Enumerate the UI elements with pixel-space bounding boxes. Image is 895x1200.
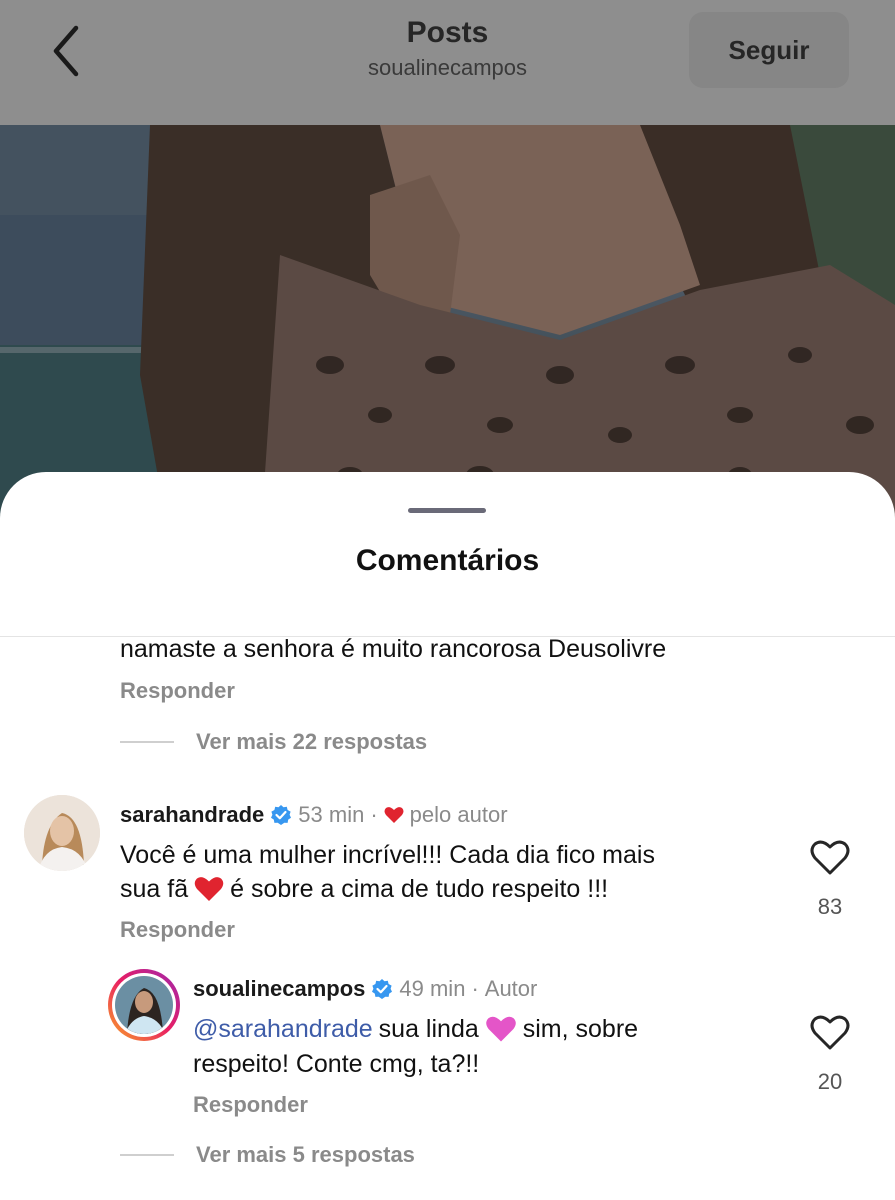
liked-by-author-label: pelo autor	[409, 802, 508, 827]
reply-time: 49 min	[399, 976, 466, 1001]
reply-text-part: sua linda	[378, 1015, 479, 1043]
red-heart-emoji-icon	[194, 877, 224, 901]
reply-username[interactable]: soualinecampos	[193, 976, 365, 1002]
like-heart-icon[interactable]	[810, 840, 850, 876]
reply-text-line-2: respeito! Conte cmg, ta?!!	[193, 1050, 480, 1078]
replies-line	[120, 741, 174, 743]
heart-liked-icon	[384, 807, 404, 823]
reply-header: soualinecampos 49 min · Autor	[193, 976, 537, 1002]
separator-dot: ·	[471, 976, 479, 1001]
comment-text-part: sua fã	[120, 875, 189, 903]
comments-title: Comentários	[355, 544, 540, 577]
comment-text-line-2: sua fã é sobre a cima de tudo respeito !…	[120, 872, 608, 906]
reply-button[interactable]: Responder	[193, 1092, 308, 1118]
reply-text-line-1: @sarahandrade sua linda sim, sobre	[193, 1012, 638, 1046]
avatar-story-ring[interactable]	[108, 969, 180, 1041]
view-more-replies-button[interactable]: Ver mais 22 respostas	[196, 729, 427, 755]
comment-header: sarahandrade 53 min · pelo autor	[120, 802, 508, 828]
avatar-image	[24, 795, 100, 871]
comment-time: 53 min	[298, 802, 365, 827]
follow-button[interactable]: Seguir	[689, 12, 849, 88]
comment-text-line-1: Você é uma mulher incrível!!! Cada dia f…	[120, 841, 655, 869]
like-count: 20	[817, 1069, 843, 1094]
verified-badge-icon	[372, 979, 393, 999]
separator-dot: ·	[370, 802, 378, 827]
pink-heart-emoji-icon	[485, 1016, 516, 1042]
comments-sheet: Comentários namaste a senhora é muito ra…	[0, 472, 895, 1200]
like-count: 83	[817, 894, 843, 919]
avatar-image	[115, 976, 173, 1034]
like-heart-icon[interactable]	[810, 1015, 850, 1051]
author-label: Autor	[484, 976, 538, 1001]
comment-text: namaste a senhora é muito rancorosa Deus…	[120, 635, 667, 663]
comment-text-part: é sobre a cima de tudo respeito !!!	[230, 875, 609, 903]
reply-button[interactable]: Responder	[120, 917, 235, 943]
reply-button[interactable]: Responder	[120, 678, 235, 704]
top-bar: Posts soualinecampos Seguir	[0, 0, 895, 125]
view-more-replies-button[interactable]: Ver mais 5 respostas	[196, 1142, 415, 1168]
verified-badge-icon	[271, 805, 292, 825]
mention-link[interactable]: @sarahandrade	[193, 1012, 373, 1046]
sheet-drag-handle[interactable]	[408, 508, 486, 513]
reply-text-part: sim, sobre	[522, 1015, 639, 1043]
comment-username[interactable]: sarahandrade	[120, 802, 264, 828]
avatar[interactable]	[24, 795, 100, 871]
replies-line	[120, 1154, 174, 1156]
